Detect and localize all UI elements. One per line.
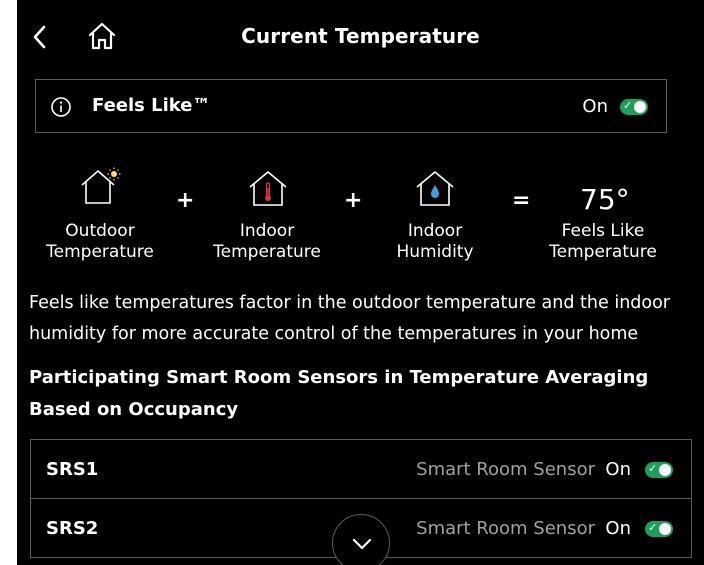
house-thermometer-icon [249,171,287,206]
sensors-section-title: Participating Smart Room Sensors in Temp… [29,367,649,420]
toggle-knob [659,523,671,535]
sensor-toggle[interactable]: ✓ [645,462,673,478]
indoor-humidity-label: Indoor Humidity [360,221,510,263]
toggle-knob [659,464,671,476]
feels-like-label: Feels Like™ [92,95,211,116]
check-icon: ✓ [648,521,658,534]
toggle-knob [634,101,646,113]
sensor-row[interactable]: SRS1 Smart Room Sensor On ✓ [30,439,692,499]
outdoor-temperature-label: Outdoor Temperature [25,221,175,263]
sensor-name: SRS2 [46,518,99,539]
plus-operator: + [176,188,195,213]
equals-operator: = [512,188,531,213]
screen: Current Temperature Feels Like™ On ✓ + + [17,0,704,565]
label-line: Outdoor [65,221,135,241]
feels-like-temperature-label: Feels Like Temperature [528,221,678,263]
label-line: Indoor [239,221,295,241]
feels-like-toggle[interactable]: ✓ [620,99,648,115]
label-line: Temperature [46,242,154,262]
label-line: Indoor [407,221,463,241]
scroll-down-button[interactable] [332,514,390,565]
label-line: Temperature [213,242,321,262]
label-line: Temperature [549,242,657,262]
header: Current Temperature [17,0,704,72]
label-line: Humidity [396,242,474,262]
check-icon: ✓ [648,462,658,475]
feels-like-temperature-value: 75° [580,183,630,216]
label-line: Feels Like [561,221,645,241]
feels-like-setting: Feels Like™ On ✓ [35,79,667,133]
plus-operator: + [344,188,363,213]
sensor-name: SRS1 [46,459,99,480]
sensor-state: On [605,518,631,539]
feels-like-description: Feels like temperatures factor in the ou… [29,293,670,344]
page-title: Current Temperature [241,24,480,48]
sensor-type: Smart Room Sensor [416,459,595,480]
sensor-toggle[interactable]: ✓ [645,521,673,537]
house-sun-icon [81,167,121,204]
info-icon[interactable] [50,96,72,118]
check-icon: ✓ [623,99,633,112]
sensor-type: Smart Room Sensor [416,518,595,539]
feels-like-state: On [582,96,608,117]
indoor-temperature-label: Indoor Temperature [192,221,342,263]
sensor-state: On [605,459,631,480]
chevron-down-icon [352,538,372,550]
house-drop-icon [416,171,454,206]
